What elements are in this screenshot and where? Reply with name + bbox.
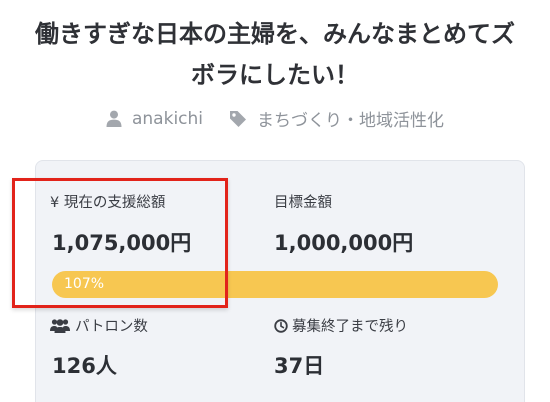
category-link[interactable]: まちづくり・地域活性化 <box>229 106 444 131</box>
target-amount-value: 1,000,000円 <box>274 231 414 255</box>
progress-percent-text: 107% <box>64 276 105 292</box>
clock-icon <box>274 318 288 333</box>
author-name: anakichi <box>131 108 204 129</box>
user-icon <box>106 110 122 127</box>
patrons-value: 126人 <box>52 354 117 378</box>
patrons-label: パトロン数 <box>50 315 148 336</box>
author-link[interactable]: anakichi <box>106 109 203 129</box>
funding-progress-bar: 107% <box>52 271 498 298</box>
users-icon <box>50 319 70 333</box>
project-title: 働きすぎな日本の主婦を、みんなまとめてズ ボラにしたい！ <box>0 14 550 96</box>
remaining-time-value: 37日 <box>274 354 325 378</box>
project-title-line-2: ボラにしたい！ <box>191 61 359 89</box>
category-name: まちづくり・地域活性化 <box>257 111 445 131</box>
current-amount-label: ¥ 現在の支援総額 <box>50 195 166 211</box>
project-title-line-1: 働きすぎな日本の主婦を、みんなまとめてズ <box>35 20 515 48</box>
patrons-label-text: パトロン数 <box>75 319 148 335</box>
remaining-time-label: 募集終了まで残り <box>274 315 408 336</box>
remaining-label-text: 募集終了まで残り <box>292 319 408 335</box>
project-meta: anakichi まちづくり・地域活性化 <box>0 106 550 131</box>
current-amount-value: 1,075,000円 <box>52 231 192 255</box>
target-amount-label: 目標金額 <box>274 195 332 211</box>
tag-icon <box>230 110 247 127</box>
